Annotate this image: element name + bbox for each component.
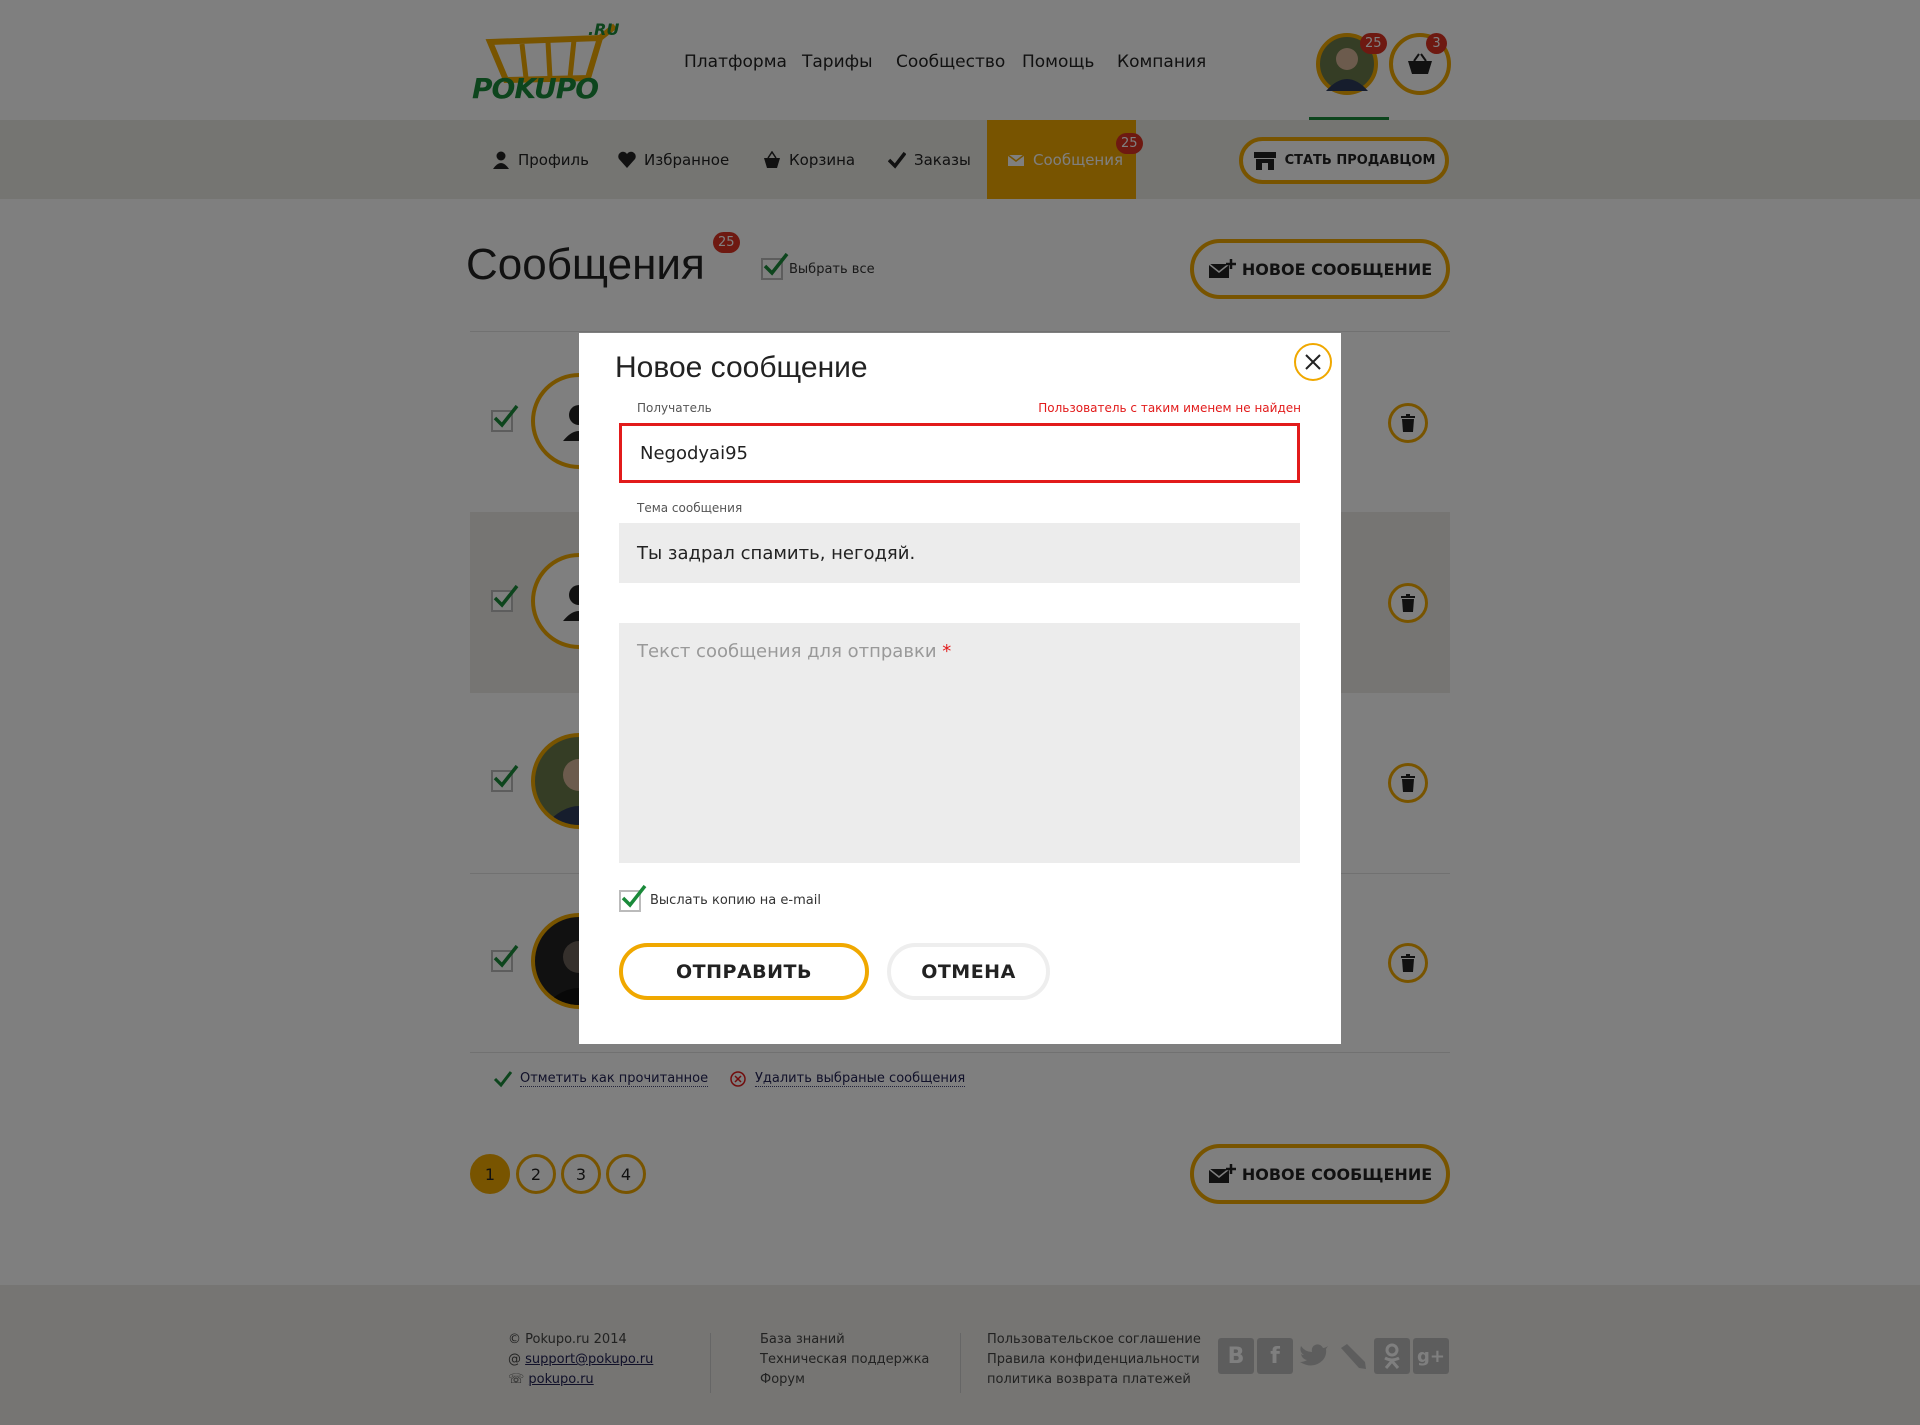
message-body-placeholder: Текст сообщения для отправки <box>637 641 937 662</box>
recipient-label: Получатель <box>637 401 712 415</box>
required-mark: * <box>942 641 952 662</box>
checkmark-icon <box>621 884 647 908</box>
subject-label: Тема сообщения <box>637 501 743 515</box>
page: POKUPO .RU Платформа Тарифы Сообщество П… <box>0 0 1920 1425</box>
modal-title: Новое сообщение <box>615 351 868 384</box>
message-body-textarea[interactable]: Текст сообщения для отправки * <box>619 623 1300 863</box>
recipient-input[interactable]: Negodyai95 <box>619 423 1300 483</box>
email-copy-label: Выслать копию на e-mail <box>650 893 821 908</box>
new-message-modal: Новое сообщение Получатель Пользователь … <box>579 333 1341 1044</box>
cancel-button[interactable]: ОТМЕНА <box>887 943 1050 1000</box>
subject-input[interactable]: Ты задрал спамить, негодяй. <box>619 523 1300 583</box>
close-button[interactable] <box>1294 343 1332 381</box>
recipient-error: Пользователь с таким именем не найден <box>1038 401 1301 415</box>
send-button[interactable]: ОТПРАВИТЬ <box>619 943 869 1000</box>
close-icon <box>1305 354 1321 370</box>
email-copy-checkbox[interactable] <box>619 884 647 912</box>
